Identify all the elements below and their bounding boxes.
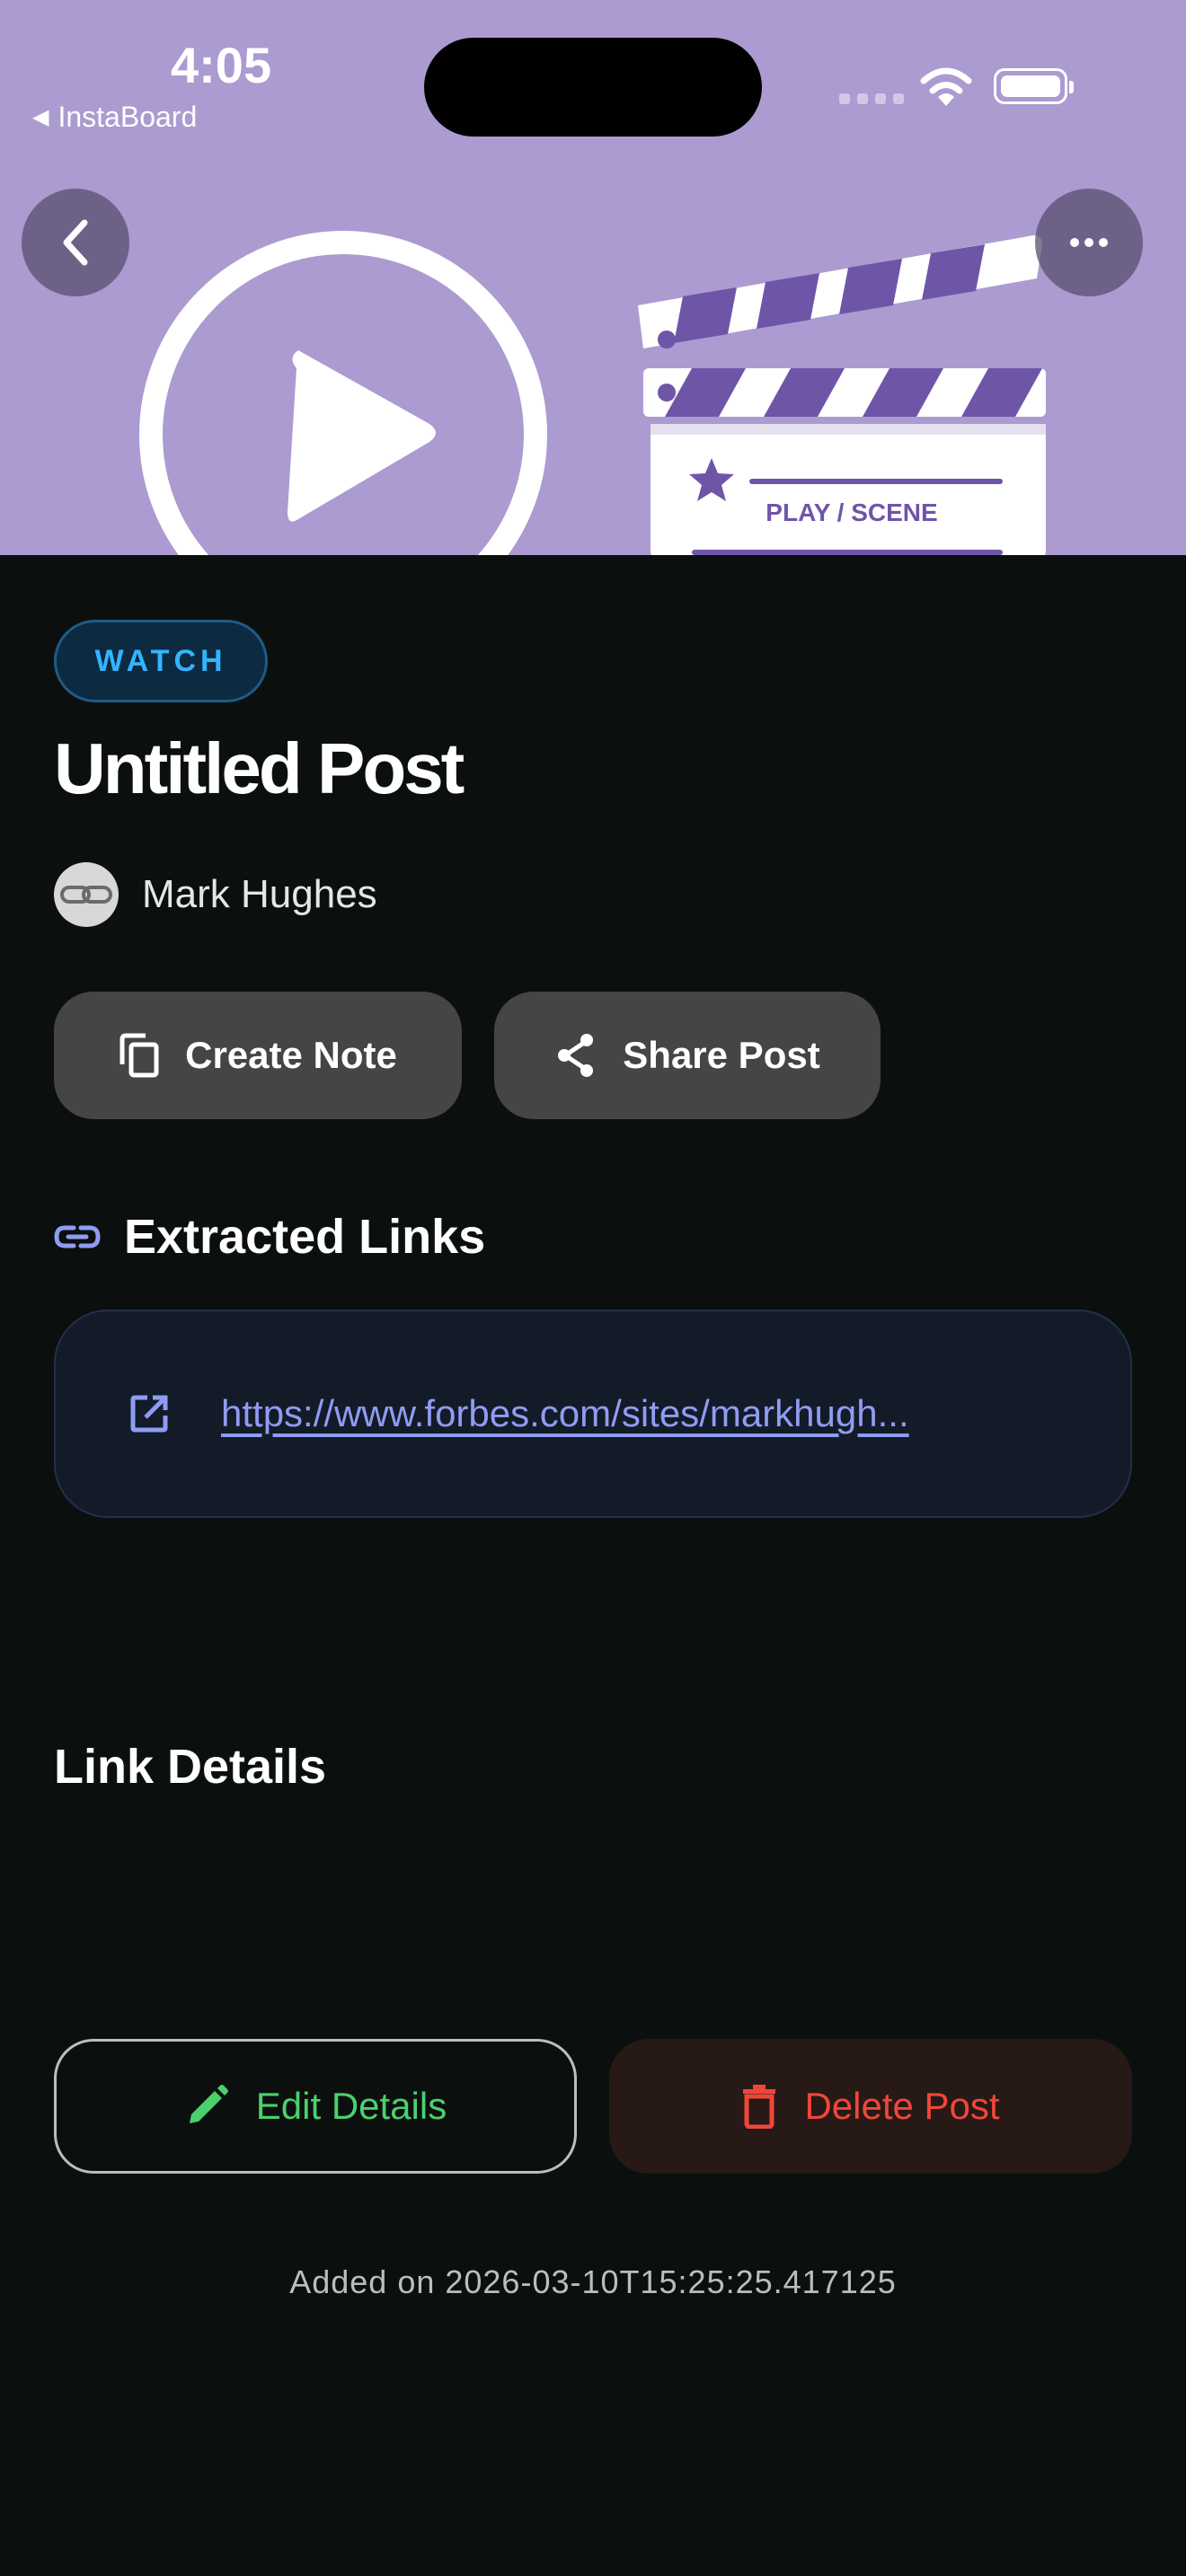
create-note-label: Create Note (185, 1034, 397, 1076)
dynamic-island (424, 38, 762, 137)
extracted-links-heading: Extracted Links (54, 1209, 485, 1265)
avatar (54, 862, 119, 927)
open-external-icon (130, 1395, 168, 1433)
link-details-heading: Link Details (54, 1740, 327, 1794)
delete-post-button[interactable]: Delete Post (609, 2039, 1132, 2174)
cellular-signal-icon (839, 93, 904, 104)
back-app-label: InstaBoard (58, 101, 198, 133)
back-to-app[interactable]: ◀ InstaBoard (32, 101, 197, 134)
added-timestamp: Added on 2026-03-10T15:25:25.417125 (289, 2263, 897, 2300)
share-icon (558, 1034, 594, 1077)
more-options-button[interactable] (1035, 189, 1143, 296)
clapper-label: PLAY / SCENE (766, 498, 937, 526)
link-icon (60, 886, 112, 904)
link-icon (54, 1225, 101, 1248)
pencil-icon (189, 2085, 228, 2123)
edit-details-button[interactable]: Edit Details (54, 2039, 577, 2174)
back-button[interactable] (22, 189, 129, 296)
link-card[interactable]: https://www.forbes.com/sites/markhugh... (54, 1310, 1132, 1518)
wifi-icon (920, 67, 972, 106)
back-triangle-icon: ◀ (32, 105, 49, 129)
post-title: Untitled Post (54, 728, 465, 808)
author-name: Mark Hughes (142, 872, 377, 916)
category-tag: WATCH (54, 620, 268, 702)
delete-post-label: Delete Post (804, 2085, 1000, 2127)
chevron-left-icon (63, 219, 88, 266)
battery-icon (994, 68, 1074, 104)
author-row: Mark Hughes (54, 862, 377, 927)
share-post-label: Share Post (623, 1034, 820, 1076)
status-time: 4:05 (171, 37, 272, 93)
edit-details-label: Edit Details (255, 2085, 447, 2127)
share-post-button[interactable]: Share Post (494, 992, 881, 1119)
link-url[interactable]: https://www.forbes.com/sites/markhugh... (221, 1392, 909, 1435)
create-note-button[interactable]: Create Note (54, 992, 462, 1119)
more-horizontal-icon (1070, 238, 1108, 247)
copy-icon (119, 1033, 159, 1078)
hero-image: PLAY / SCENE 4:05 ◀ InstaBoard (0, 0, 1186, 555)
extracted-links-title: Extracted Links (124, 1210, 486, 1264)
trash-icon (743, 2085, 776, 2129)
